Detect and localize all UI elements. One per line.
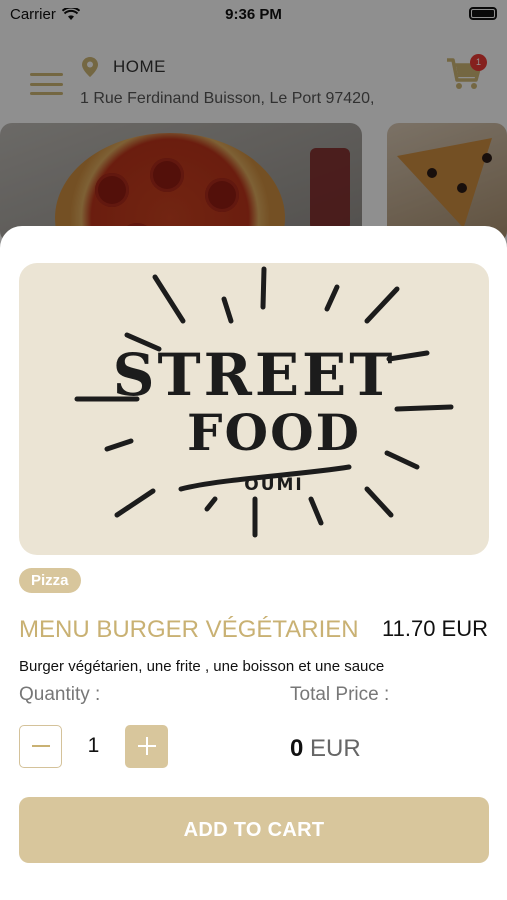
total-currency: EUR	[310, 735, 361, 762]
product-image: STREET FOOD OUMI	[19, 263, 489, 555]
total-price-label: Total Price :	[290, 684, 390, 705]
product-price: 11.70 EUR	[382, 616, 488, 641]
logo-text-street: STREET	[112, 341, 396, 409]
increase-quantity-button[interactable]	[125, 724, 168, 768]
add-to-cart-button[interactable]: ADD TO CART	[19, 797, 489, 863]
quantity-stepper: 1	[19, 724, 168, 768]
decrease-quantity-button[interactable]	[19, 724, 62, 768]
product-detail-sheet: STREET FOOD OUMI Pizza MENU BURGER VÉGÉT…	[0, 226, 507, 900]
product-description: Burger végétarien, une frite , une boiss…	[19, 658, 385, 675]
category-badge: Pizza	[19, 568, 81, 593]
logo-text-food: FOOD	[187, 403, 361, 462]
quantity-label: Quantity :	[19, 684, 101, 705]
logo-text-oumi: OUMI	[244, 475, 304, 495]
product-name: MENU BURGER VÉGÉTARIEN	[19, 616, 359, 643]
total-amount: 0	[290, 735, 304, 762]
total-price-value: 0 EUR	[290, 735, 361, 763]
quantity-value: 1	[87, 734, 100, 757]
